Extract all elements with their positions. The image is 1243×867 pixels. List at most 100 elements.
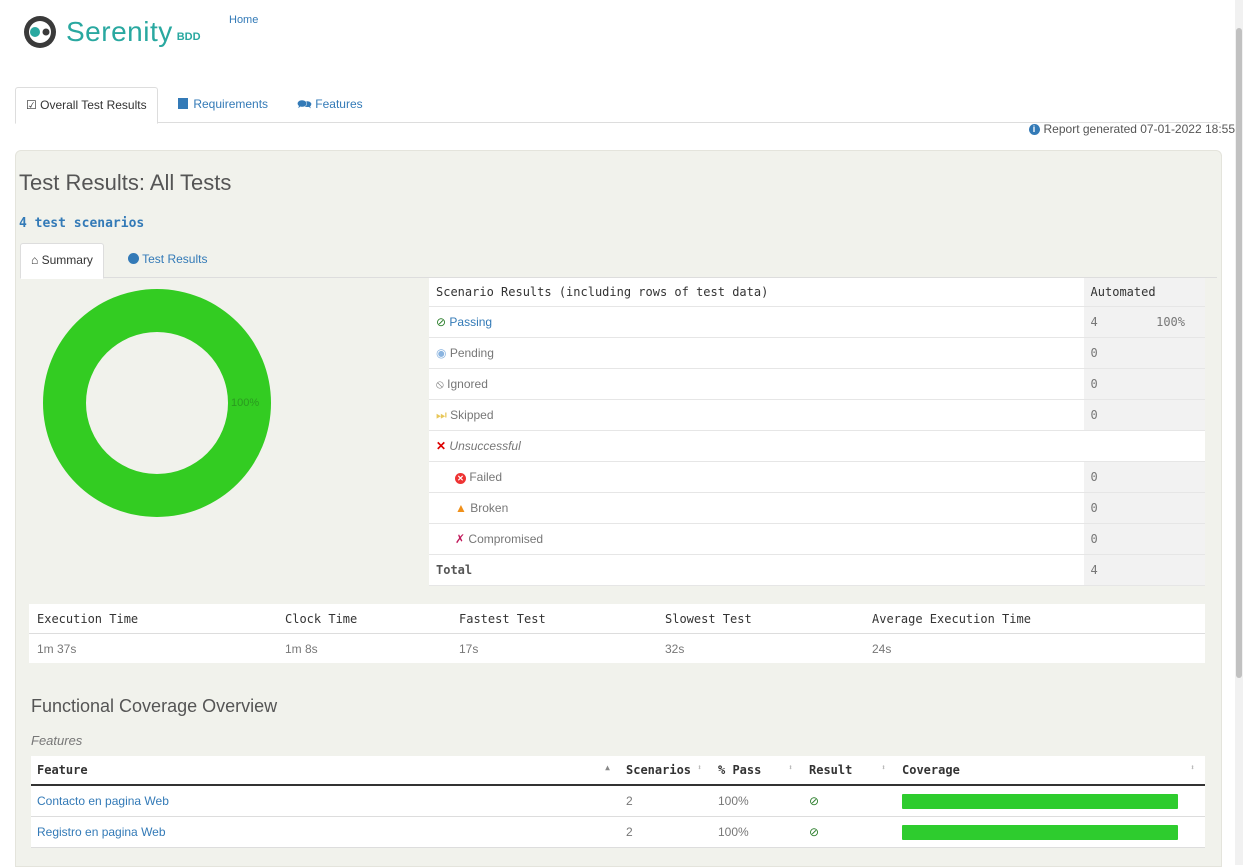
passing-count: 4 <box>1083 306 1150 338</box>
average-execution-time-header: Average Execution Time <box>864 604 1205 634</box>
report-generated: i Report generated 07-01-2022 18:55 <box>1028 122 1235 136</box>
features-subtitle: Features <box>31 733 83 748</box>
row-skipped: ⏭ Skipped 0 <box>429 399 1205 431</box>
sort-asc-icon: ▲ <box>605 763 610 772</box>
failed-count: 0 <box>1083 461 1150 493</box>
coverage-header-label: Coverage <box>902 763 960 777</box>
automated-header: Automated <box>1083 278 1205 307</box>
compromised-pct <box>1149 523 1205 555</box>
tab-summary[interactable]: ⌂ Summary <box>20 243 104 279</box>
fast-forward-icon: ⏭ <box>436 407 447 422</box>
logo-bdd: BDD <box>176 31 201 43</box>
home-icon: ⌂ <box>31 253 39 267</box>
failed-pct <box>1149 461 1205 493</box>
compromised-label: Compromised <box>468 532 544 546</box>
average-execution-time-value: 24s <box>872 641 892 656</box>
pending-pct <box>1149 337 1205 369</box>
book-icon <box>178 98 188 109</box>
ignored-pct <box>1149 368 1205 400</box>
scenario-results-table: Scenario Results (including rows of test… <box>429 278 1205 586</box>
functional-coverage-title: Functional Coverage Overview <box>31 696 278 716</box>
serenity-logo[interactable]: Serenity BDD <box>22 14 201 50</box>
check-square-icon: ☑ <box>26 98 37 112</box>
tab-overall-test-results[interactable]: ☑ Overall Test Results <box>15 87 158 124</box>
slice-label-passing: 100% <box>231 397 259 409</box>
row-total: Total 4 <box>429 554 1205 586</box>
info-icon: i <box>1028 123 1040 135</box>
tab-label: Requirements <box>193 97 269 111</box>
feature-link[interactable]: Contacto en pagina Web <box>37 794 169 808</box>
execution-time-header: Execution Time <box>29 604 277 634</box>
tab-requirements[interactable]: Requirements <box>168 87 278 121</box>
pass-value: 100% <box>712 816 803 848</box>
dashboard-icon <box>128 253 139 264</box>
scenario-table-header: Scenario Results (including rows of test… <box>429 278 1084 307</box>
tab-test-results[interactable]: Test Results <box>118 243 217 276</box>
clock-time-value: 1m 8s <box>285 641 318 656</box>
row-passing: ⊘ Passing 4 100% <box>429 306 1205 338</box>
broken-count: 0 <box>1083 492 1150 524</box>
feature-header-label: Feature <box>37 763 88 777</box>
passing-pct: 100% <box>1149 306 1205 338</box>
result-column-header[interactable]: Result ⬍ <box>803 756 896 786</box>
skipped-pct <box>1149 399 1205 431</box>
logo-text: Serenity <box>66 16 173 47</box>
check-circle-icon: ⊘ <box>809 825 820 839</box>
pending-icon: ◉ <box>436 346 447 360</box>
times-icon: ✕ <box>436 439 447 453</box>
check-circle-icon: ⊘ <box>809 794 820 808</box>
broken-pct <box>1149 492 1205 524</box>
coverage-column-header[interactable]: Coverage ⬍ <box>896 756 1205 786</box>
tab-label: Summary <box>41 253 93 267</box>
total-label: Total <box>429 554 1084 586</box>
unsuccessful-label: Unsuccessful <box>449 439 521 453</box>
total-count: 4 <box>1083 554 1150 586</box>
table-row: Contacto en pagina Web 2 100% ⊘ <box>31 785 1205 817</box>
scenarios-value: 2 <box>620 816 712 848</box>
scenarios-column-header[interactable]: Scenarios ⬍ <box>620 756 712 786</box>
execution-time-value: 1m 37s <box>37 641 77 656</box>
failed-icon: ✕ <box>455 473 466 484</box>
tab-label: Overall Test Results <box>40 98 147 112</box>
pass-header-label: % Pass <box>718 763 762 777</box>
page-title: Test Results: All Tests <box>19 170 232 195</box>
feature-column-header[interactable]: Feature ▲ <box>31 756 620 786</box>
row-pending: ◉ Pending 0 <box>429 337 1205 369</box>
row-ignored: ⦸ Ignored 0 <box>429 368 1205 400</box>
table-row: Registro en pagina Web 2 100% ⊘ <box>31 816 1205 848</box>
comments-icon: 🗪 <box>297 97 312 111</box>
timing-table: Execution Time Clock Time Fastest Test S… <box>29 604 1205 663</box>
ignored-label: Ignored <box>447 376 488 391</box>
warning-icon: ▲ <box>455 501 467 515</box>
sort-icon: ⬍ <box>1190 763 1195 772</box>
pass-column-header[interactable]: % Pass ⬍ <box>712 756 803 786</box>
result-header-label: Result <box>809 763 853 777</box>
sort-icon: ⬍ <box>788 763 793 772</box>
row-failed: ✕ Failed 0 <box>429 461 1205 493</box>
tab-label: Features <box>315 97 363 111</box>
tab-features[interactable]: 🗪 Features <box>287 87 373 121</box>
pass-value: 100% <box>712 785 803 817</box>
scenarios-value: 2 <box>620 785 712 817</box>
pending-label: Pending <box>449 346 494 360</box>
coverage-bar <box>902 824 1178 840</box>
fastest-test-header: Fastest Test <box>451 604 657 634</box>
feature-link[interactable]: Registro en pagina Web <box>37 825 166 839</box>
row-broken: ▲ Broken 0 <box>429 492 1205 524</box>
scenario-count[interactable]: 4 test scenarios <box>19 216 144 231</box>
tab-label: Test Results <box>142 252 208 266</box>
sort-icon: ⬍ <box>697 763 702 772</box>
skipped-label: Skipped <box>450 407 494 422</box>
passing-link[interactable]: Passing <box>449 315 492 329</box>
home-link[interactable]: Home <box>229 14 258 26</box>
slowest-test-header: Slowest Test <box>657 604 864 634</box>
scrollbar-thumb[interactable] <box>1236 28 1242 678</box>
pending-count: 0 <box>1083 337 1150 369</box>
vertical-scrollbar[interactable] <box>1235 0 1243 865</box>
clock-time-header: Clock Time <box>277 604 451 634</box>
results-donut-chart: 100% <box>43 289 271 517</box>
serenity-logo-icon <box>24 16 56 48</box>
top-tabs: ☑ Overall Test Results Requirements 🗪 Fe… <box>15 87 1220 124</box>
total-pct <box>1149 554 1205 586</box>
skipped-count: 0 <box>1083 399 1150 431</box>
